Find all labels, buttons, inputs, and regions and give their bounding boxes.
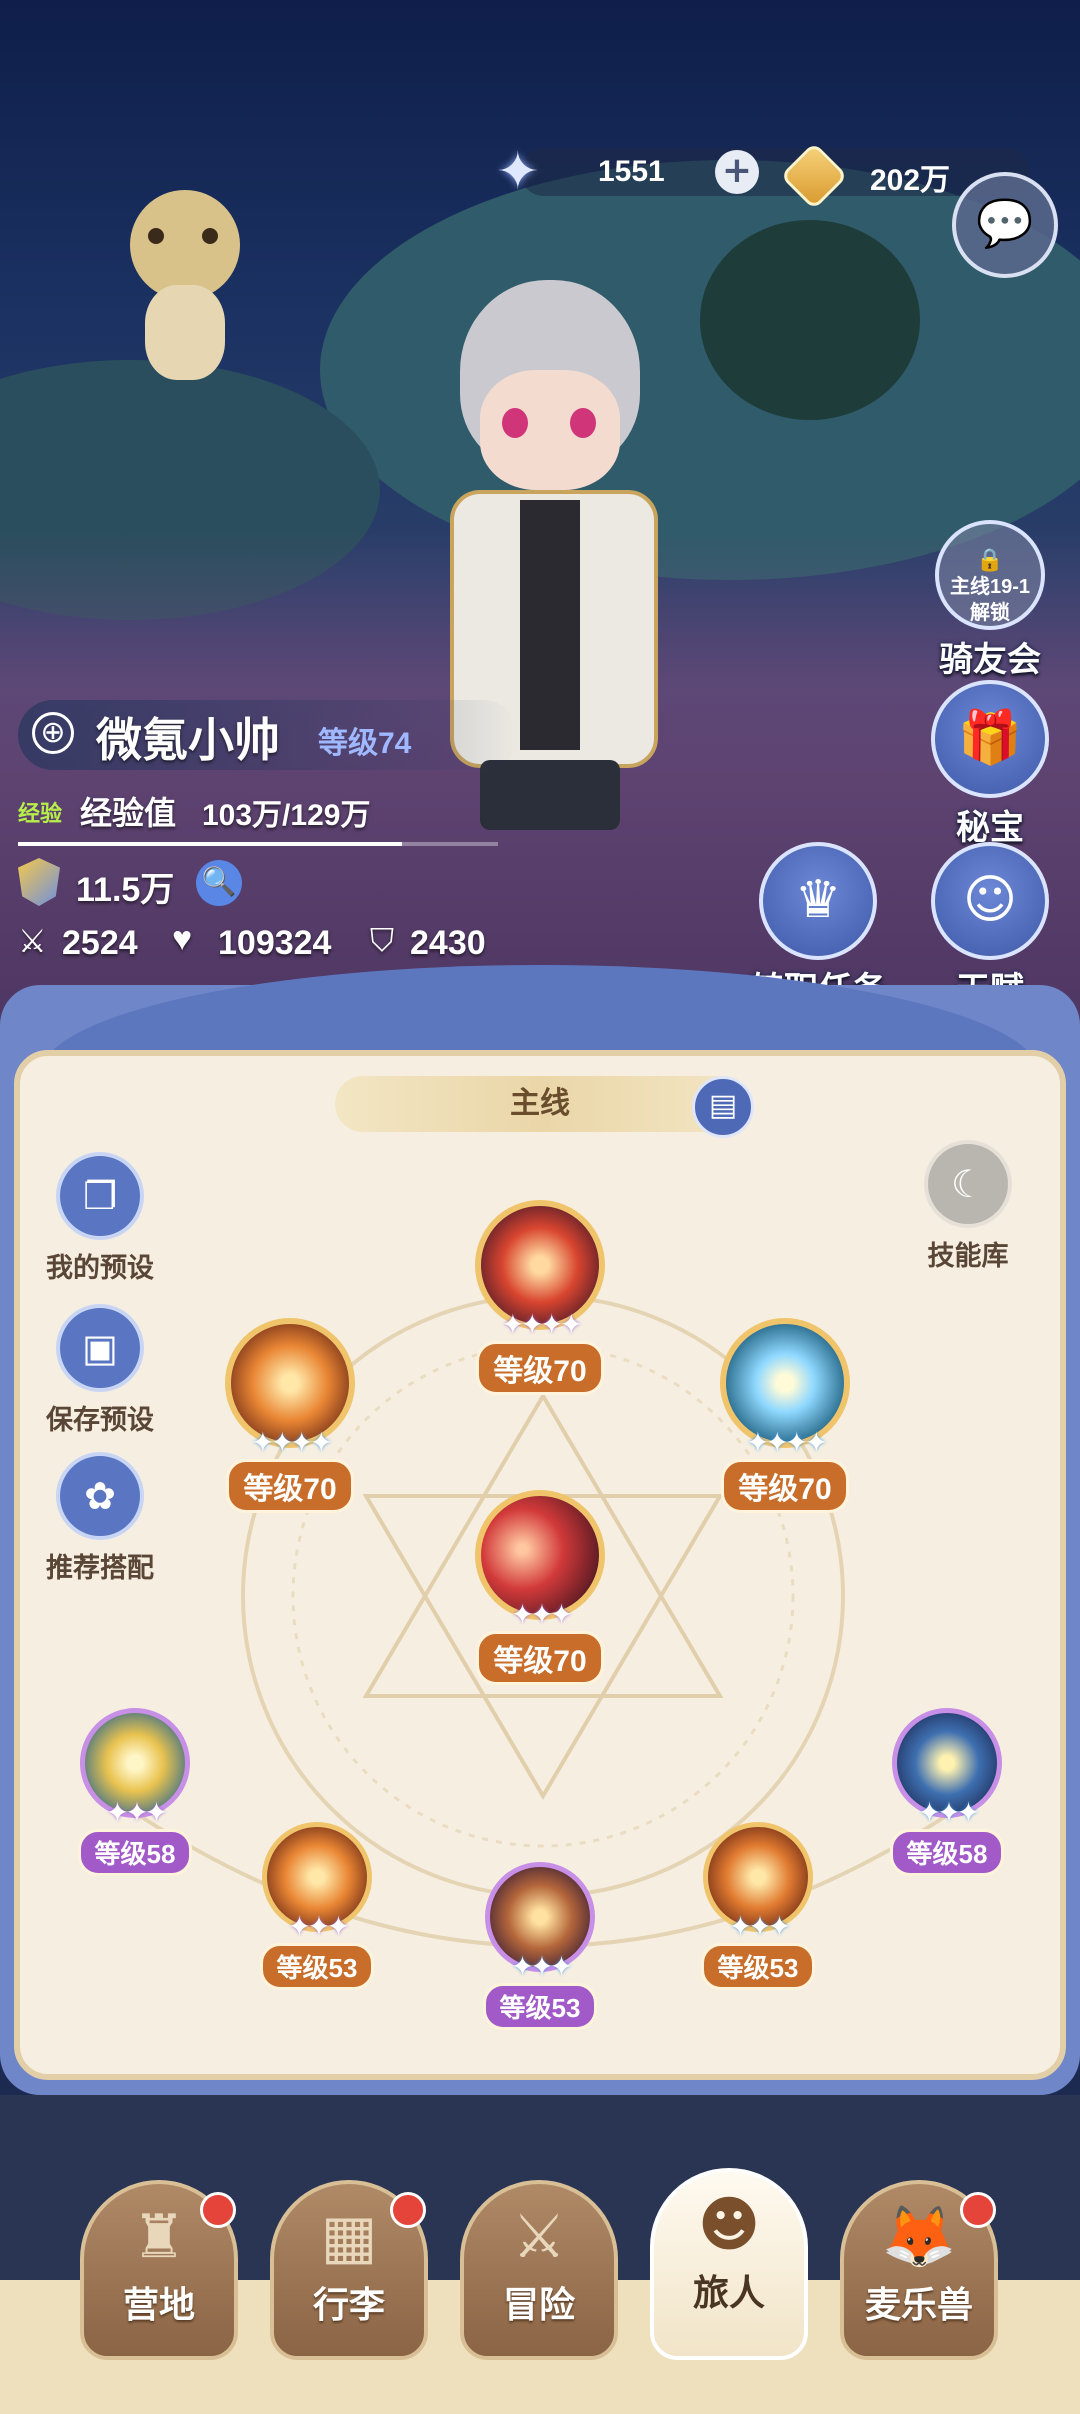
unlock-requirement: 主线19-1 bbox=[949, 576, 1031, 598]
save-icon: ▣ bbox=[56, 1304, 144, 1392]
skill-stars: ✦✦✦ bbox=[917, 1796, 980, 1829]
skill-library-button[interactable]: ☾ 技能库 bbox=[888, 1140, 1048, 1273]
traveler-character[interactable] bbox=[440, 280, 740, 920]
skill-slot-top[interactable]: ✦✦✦✦ 等级70 bbox=[455, 1200, 625, 1395]
nav-traveler-label: 旅人 bbox=[692, 2272, 765, 2313]
passive-skill-slot-5[interactable]: ✦✦✦ 等级58 bbox=[882, 1708, 1012, 1876]
skill-stars: ✦✦✦✦ bbox=[251, 1426, 333, 1459]
my-preset-label: 我的预设 bbox=[46, 1253, 154, 1283]
skill-level-badge: 等级70 bbox=[476, 1341, 604, 1395]
defense-value: 2430 bbox=[410, 924, 486, 962]
nav-pets-label: 麦乐兽 bbox=[864, 2284, 973, 2325]
unlock-text: 解锁 bbox=[970, 602, 1010, 624]
passive-skill-slot-2[interactable]: ✦✦✦ 等级53 bbox=[252, 1822, 382, 1990]
star-gem-icon: ✦ bbox=[496, 142, 540, 202]
skill-stars: ✦✦✦✦ bbox=[746, 1426, 828, 1459]
skill-stars: ✦✦✦✦ bbox=[501, 1308, 583, 1341]
notification-dot bbox=[390, 2192, 426, 2228]
lock-icon: 🔒 bbox=[976, 548, 1004, 573]
rider-club-lock: 🔒 主线19-1 解锁 bbox=[935, 520, 1045, 630]
skill-library-label: 技能库 bbox=[927, 1241, 1009, 1271]
currency-bar bbox=[520, 148, 1030, 196]
combat-power: 11.5万 bbox=[76, 871, 175, 909]
hp-heart-icon: ♥ bbox=[172, 920, 193, 958]
nav-luggage[interactable]: ▦ 行李 bbox=[270, 2180, 428, 2360]
tab-main-line[interactable]: 主线 bbox=[335, 1076, 745, 1132]
exp-bar bbox=[18, 842, 498, 846]
power-detail-search-button[interactable]: 🔍 bbox=[196, 860, 242, 906]
treasure-button[interactable]: 🎁 秘宝 bbox=[920, 680, 1060, 849]
add-gem-button[interactable]: + bbox=[715, 150, 759, 194]
notification-dot bbox=[200, 2192, 236, 2228]
skill-level-badge: 等级53 bbox=[700, 1943, 816, 1990]
nav-adventure[interactable]: ⚔ 冒险 bbox=[460, 2180, 618, 2360]
rider-club-label: 骑友会 bbox=[939, 641, 1041, 679]
recommend-button[interactable]: ✿ 推荐搭配 bbox=[20, 1452, 180, 1585]
head-brain-icon: ☺ bbox=[931, 842, 1049, 960]
skill-stars: ✦✦✦ bbox=[510, 1598, 573, 1631]
crown-icon: ♛ bbox=[759, 842, 877, 960]
skill-level-badge: 等级70 bbox=[721, 1459, 849, 1513]
notification-dot bbox=[960, 2192, 996, 2228]
skill-level-badge: 等级53 bbox=[482, 1983, 598, 2030]
exp-value: 103万/129万 bbox=[202, 799, 371, 832]
skill-level-badge: 等级58 bbox=[889, 1829, 1005, 1876]
nav-luggage-label: 行李 bbox=[312, 2284, 385, 2325]
hp-value: 109324 bbox=[218, 924, 332, 962]
skill-level-badge: 等级53 bbox=[259, 1943, 375, 1990]
class-crosshair-icon: ⊕ bbox=[32, 712, 74, 754]
book-icon: ▤ bbox=[708, 1088, 738, 1123]
passive-skill-slot-3[interactable]: ✦✦✦ 等级53 bbox=[475, 1862, 605, 2030]
pet-creature[interactable] bbox=[110, 190, 260, 390]
skill-slot-left[interactable]: ✦✦✦✦ 等级70 bbox=[205, 1318, 375, 1513]
moon-icon: ☾ bbox=[924, 1140, 1012, 1228]
skill-slot-center[interactable]: ✦✦✦ 等级70 bbox=[455, 1490, 625, 1685]
crossed-swords-icon: ⚔ bbox=[512, 2202, 566, 2272]
rider-club-button[interactable]: 🔒 主线19-1 解锁 骑友会 bbox=[920, 520, 1060, 681]
skill-level-badge: 等级70 bbox=[226, 1459, 354, 1513]
chat-bubble-icon: 💬 bbox=[976, 196, 1034, 250]
nav-camp-label: 营地 bbox=[122, 2284, 195, 2325]
chat-button[interactable]: 💬 bbox=[952, 172, 1058, 278]
treasure-chest-icon: 🎁 bbox=[931, 680, 1049, 798]
skill-level-badge: 等级58 bbox=[77, 1829, 193, 1876]
exp-label: 经验值 bbox=[80, 795, 177, 831]
skill-guide-button[interactable]: ▤ bbox=[692, 1076, 754, 1138]
skill-stars: ✦✦✦ bbox=[510, 1950, 573, 1983]
traveler-portrait-icon: ☻ bbox=[697, 2190, 761, 2260]
defense-shield-icon: ⛉ bbox=[370, 922, 395, 958]
player-level: 等级74 bbox=[318, 727, 412, 760]
nav-camp[interactable]: ♜ 营地 bbox=[80, 2180, 238, 2360]
search-icon: 🔍 bbox=[201, 865, 237, 898]
save-preset-button[interactable]: ▣ 保存预设 bbox=[20, 1304, 180, 1437]
exp-bar-fill bbox=[18, 842, 402, 846]
nav-traveler[interactable]: ☻ 旅人 bbox=[650, 2168, 808, 2360]
recommend-label: 推荐搭配 bbox=[46, 1553, 154, 1583]
attack-value: 2524 bbox=[62, 924, 138, 962]
skill-stars: ✦✦✦ bbox=[287, 1910, 350, 1943]
exp-tag: 经验 bbox=[18, 801, 63, 826]
tab-label: 主线 bbox=[510, 1086, 570, 1121]
coin-count: 202万 bbox=[870, 164, 951, 197]
cards-icon: ❐ bbox=[56, 1152, 144, 1240]
my-preset-button[interactable]: ❐ 我的预设 bbox=[20, 1152, 180, 1285]
recommend-icon: ✿ bbox=[56, 1452, 144, 1540]
nav-adventure-label: 冒险 bbox=[502, 2284, 575, 2325]
skill-level-badge: 等级70 bbox=[476, 1631, 604, 1685]
attack-icon: ⚔ bbox=[18, 923, 47, 959]
star-gem-count: 1551 bbox=[598, 155, 665, 188]
passive-skill-slot-1[interactable]: ✦✦✦ 等级58 bbox=[70, 1708, 200, 1876]
skill-stars: ✦✦✦ bbox=[728, 1910, 791, 1943]
save-preset-label: 保存预设 bbox=[46, 1405, 154, 1435]
skill-stars: ✦✦✦ bbox=[105, 1796, 168, 1829]
passive-skill-slot-4[interactable]: ✦✦✦ 等级53 bbox=[693, 1822, 823, 1990]
skill-slot-right[interactable]: ✦✦✦✦ 等级70 bbox=[700, 1318, 870, 1513]
player-name: 微氪小帅 bbox=[96, 714, 280, 766]
nav-pets[interactable]: 🦊 麦乐兽 bbox=[840, 2180, 998, 2360]
